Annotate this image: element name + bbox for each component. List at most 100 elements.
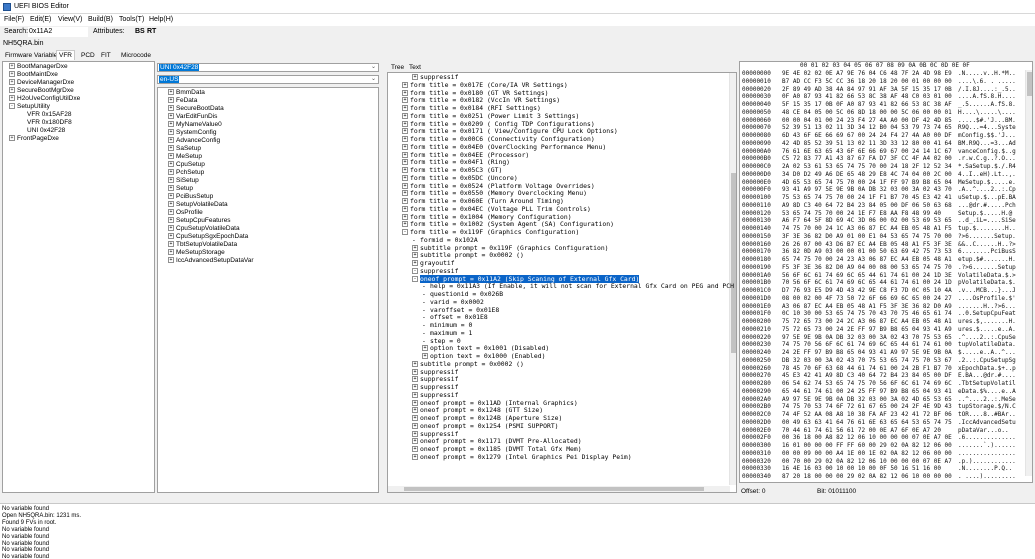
menu-view[interactable]: View(V)	[58, 16, 82, 23]
expand-icon[interactable]: +	[402, 190, 408, 197]
hex-ascii[interactable]: .......`.)......	[958, 442, 1016, 450]
uni-select[interactable]: UNI 0x42F28 ⌄	[157, 63, 379, 72]
hex-bytes[interactable]: A9 8D C3 40 64 72 B4 23 84 05 00 DF 06 5…	[782, 202, 952, 210]
hex-bytes[interactable]: 0C 10 30 00 53 65 74 75 70 43 70 75 46 6…	[782, 310, 952, 318]
hex-ascii[interactable]: vanceConfig.$..g	[958, 148, 1016, 156]
expand-icon[interactable]: +	[168, 177, 174, 184]
hex-bytes[interactable]: 75 53 65 74 75 70 00 24 1F F1 B7 70 45 E…	[782, 194, 952, 202]
collapse-icon[interactable]: -	[412, 267, 418, 274]
hex-ascii[interactable]: /.I.8J....:_.5..	[958, 86, 1016, 94]
expand-icon[interactable]: +	[9, 135, 15, 142]
tree-item[interactable]: + BootMaintDxe	[9, 71, 58, 79]
expand-icon[interactable]: +	[168, 129, 174, 136]
hex-bytes[interactable]: 74 4F 52 AA 08 A8 10 38 FA AF 23 42 41 7…	[782, 411, 952, 419]
hex-ascii[interactable]: $.....e..A..^...	[958, 349, 1016, 357]
expand-icon[interactable]: +	[168, 153, 174, 160]
menu-help[interactable]: Help(H)	[149, 16, 173, 23]
hex-bytes[interactable]: 34 D0 D2 49 A6 DE 65 48 29 E8 4C 74 04 0…	[782, 171, 952, 179]
hex-bytes[interactable]: F5 3F 3E 36 82 D0 A9 04 00 08 00 53 65 7…	[782, 264, 952, 272]
hex-bytes[interactable]: 48 CE 04 05 00 5C 06 8D 18 00 00 5C 06 0…	[782, 109, 952, 117]
tree-item[interactable]: + H2oUveConfigUtilDxe	[9, 95, 80, 103]
hex-ascii[interactable]: R9Q...=4...Syste	[958, 124, 1016, 132]
hex-ascii[interactable]: 6........PciBusS	[958, 248, 1016, 256]
hex-bytes[interactable]: 45 E3 42 41 A9 8D C3 40 64 72 B4 23 84 0…	[782, 372, 952, 380]
hex-ascii[interactable]: ?>6.......Setup.	[958, 233, 1016, 241]
hex-ascii[interactable]: tOR....8..#BAr..	[958, 411, 1016, 419]
hex-ascii[interactable]: ....\.6. . .....	[958, 78, 1016, 86]
collapse-icon[interactable]: -	[412, 275, 418, 282]
expand-icon[interactable]: +	[412, 360, 418, 367]
varstore-item[interactable]: + SetupCpuFeatures	[168, 217, 231, 225]
hex-bytes[interactable]: 06 54 62 74 53 65 74 75 70 56 6F 6C 61 7…	[782, 380, 952, 388]
hex-bytes[interactable]: 65 74 75 70 00 24 23 A3 06 87 EC A4 EB 0…	[782, 256, 952, 264]
expand-icon[interactable]: +	[402, 159, 408, 166]
expand-icon[interactable]: +	[168, 233, 174, 240]
expand-icon[interactable]: +	[422, 353, 428, 359]
hex-bytes[interactable]: A6 F7 64 5F 8D 69 4C 3D 06 00 02 00 53 6…	[782, 217, 952, 225]
varstore-item[interactable]: + MeSetup	[168, 153, 202, 161]
hex-bytes[interactable]: 24 2E FF 97 B9 B8 65 04 93 41 A9 97 5E 9…	[782, 349, 952, 357]
hex-ascii[interactable]: .......H..?>6...	[958, 303, 1016, 311]
collapse-icon[interactable]: -	[402, 229, 408, 235]
hex-ascii[interactable]: .6..............	[958, 434, 1016, 442]
hex-ascii[interactable]: ...@dr.#.....Pch	[958, 202, 1016, 210]
expand-icon[interactable]: +	[412, 399, 418, 406]
hex-ascii[interactable]: etup.$#.......H.	[958, 256, 1016, 264]
expand-icon[interactable]: +	[402, 136, 408, 142]
tab-fit[interactable]: FIT	[98, 50, 114, 60]
hex-ascii[interactable]: tupVolatileData.	[958, 341, 1016, 349]
expand-icon[interactable]: +	[168, 209, 174, 216]
hex-ascii[interactable]: _.5......A.fS.8.	[958, 101, 1016, 109]
hex-ascii[interactable]: xEpochData.$+..p	[958, 365, 1016, 373]
hex-bytes[interactable]: 36 82 0D A9 03 00 00 01 00 50 63 69 42 7…	[782, 248, 952, 256]
hex-bytes[interactable]: B7 AD CC F3 5C CC 36 18 20 18 20 00 01 0…	[782, 78, 952, 86]
hex-bytes[interactable]: 42 4D 85 52 39 51 13 02 11 3D 33 12 80 0…	[782, 140, 952, 148]
hex-bytes[interactable]: 56 6F 6C 61 74 69 6C 65 44 61 74 61 00 2…	[782, 272, 952, 280]
hex-ascii[interactable]: ..0.SetupCpuFeat	[958, 310, 1016, 318]
hex-bytes[interactable]: A9 97 5E 9E 9B 0A DB 32 03 00 3A 02 4D 6…	[782, 396, 952, 404]
expand-icon[interactable]: +	[402, 143, 408, 150]
expand-icon[interactable]: +	[168, 185, 174, 192]
varstore-item[interactable]: + VarEditFunDis	[168, 113, 217, 121]
hex-ascii[interactable]: .N........P.Q..	[958, 465, 1012, 473]
expand-icon[interactable]: +	[402, 112, 408, 119]
expand-icon[interactable]: +	[402, 205, 408, 212]
hex-bytes[interactable]: 93 41 A9 97 5E 9E 9B 0A DB 32 03 00 3A 0…	[782, 186, 952, 194]
expand-icon[interactable]: +	[168, 97, 174, 104]
hex-ascii[interactable]: .2..:.CpuSetupSg	[958, 357, 1016, 365]
hex-ascii[interactable]: .....$#.'J...BM.	[958, 117, 1016, 125]
tree-item[interactable]: + FrontPageDxe	[9, 135, 59, 143]
varstore-item[interactable]: + PciBusSetup	[168, 193, 213, 201]
expand-icon[interactable]: +	[422, 345, 428, 352]
hex-ascii[interactable]: ures.$,.......H.	[958, 318, 1016, 326]
expand-icon[interactable]: +	[412, 446, 418, 452]
hex-bytes[interactable]: 70 44 61 74 61 56 61 72 00 0E A7 6F 0E A…	[782, 427, 941, 435]
tree-item[interactable]: - SetupUtility	[9, 103, 50, 111]
hex-bytes[interactable]: 00 36 18 00 A8 82 12 06 10 00 00 00 07 0…	[782, 434, 952, 442]
hex-ascii[interactable]: H....\.....\....	[958, 109, 1016, 117]
hex-bytes[interactable]: DB 32 03 00 3A 02 43 70 75 53 65 74 75 7…	[782, 357, 952, 365]
expand-icon[interactable]: +	[412, 430, 418, 437]
expand-icon[interactable]: +	[412, 368, 418, 375]
hex-bytes[interactable]: 74 75 70 00 24 1C A3 06 87 EC A4 EB 05 4…	[782, 225, 952, 233]
hex-bytes[interactable]: 9E 4E 02 02 0E A7 9E 76 04 C6 48 7F 2A 4…	[782, 70, 952, 78]
hex-bytes[interactable]: 00 00 04 01 00 24 23 F4 27 4A A0 00 DF 4…	[782, 117, 952, 125]
varstore-item[interactable]: + SetupVolatileData	[168, 201, 228, 209]
language-select[interactable]: en-US ⌄	[157, 75, 379, 84]
hex-bytes[interactable]: D7 76 93 E5 D9 4D 43 42 9E C8 F3 7D 0C 0…	[782, 287, 952, 295]
expand-icon[interactable]: +	[402, 81, 408, 88]
expand-icon[interactable]: +	[412, 453, 418, 460]
scrollbar-thumb[interactable]	[404, 487, 704, 491]
hex-bytes[interactable]: 74 75 70 53 74 6F 72 61 67 65 00 24 2F 4…	[782, 403, 952, 411]
hex-ascii[interactable]: &&..C......H..?>	[958, 241, 1016, 249]
hex-bytes[interactable]: 5F 15 35 17 0B 0F A0 87 93 41 82 66 53 8…	[782, 101, 952, 109]
expand-icon[interactable]: +	[412, 244, 418, 251]
expand-icon[interactable]: +	[9, 79, 15, 86]
menu-build[interactable]: Build(B)	[88, 16, 113, 23]
expand-icon[interactable]: +	[412, 422, 418, 429]
hex-bytes[interactable]: 97 5E 9E 9B 0A DB 32 03 00 3A 02 43 70 7…	[782, 334, 952, 342]
varstore-item[interactable]: + SecureBootData	[168, 105, 224, 113]
chevron-down-icon[interactable]: ⌄	[371, 76, 376, 83]
hex-bytes[interactable]: 74 75 70 56 6F 6C 61 74 69 6C 65 44 61 7…	[782, 341, 952, 349]
hex-bytes[interactable]: 00 70 00 29 02 0A 82 12 06 10 00 00 00 0…	[782, 458, 952, 466]
